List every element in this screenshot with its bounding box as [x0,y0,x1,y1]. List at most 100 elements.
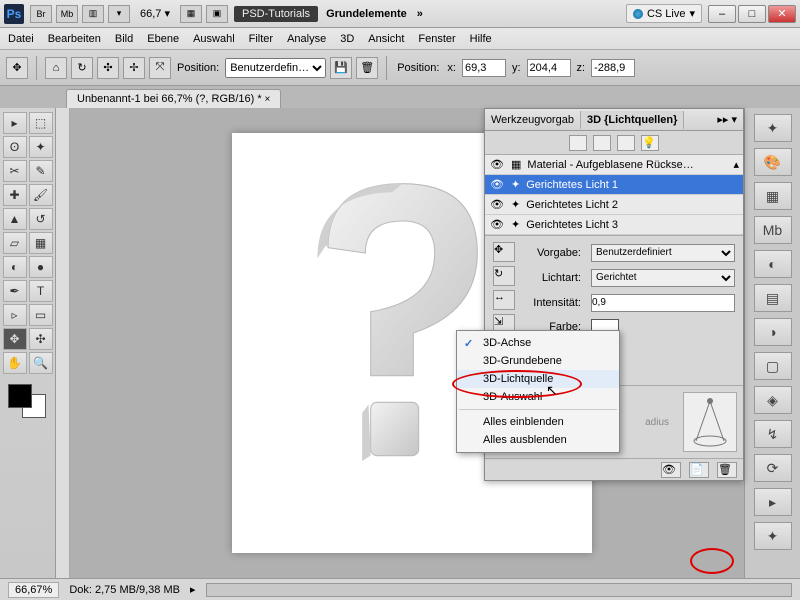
menu-bild[interactable]: Bild [115,33,133,45]
scene-filter-icon[interactable] [569,135,587,151]
toggle-lights-icon[interactable]: 👁 [661,462,681,478]
rotate-icon[interactable]: ↻ [71,57,93,79]
ctx-alles-ausblenden[interactable]: Alles ausblenden [457,431,619,449]
menu-auswahl[interactable]: Auswahl [193,33,235,45]
3d-camera-tool[interactable]: ✣ [29,328,53,350]
dock-swatches-icon[interactable]: ▦ [754,182,792,210]
dock-mb-icon[interactable]: Mb [754,216,792,244]
visibility-icon[interactable]: 👁 [489,218,505,231]
menu-ansicht[interactable]: Ansicht [368,33,404,45]
dock-actions-icon[interactable]: ▸ [754,488,792,516]
dock-channels-icon[interactable]: ◈ [754,386,792,414]
cs-live-button[interactable]: CS Live ▾ [626,4,702,23]
horizontal-scrollbar[interactable] [206,583,792,597]
minimize-button[interactable]: – [708,5,736,23]
ctx-3d-auswahl[interactable]: 3D-Auswahl [457,388,619,406]
tab-3d-lichtquellen[interactable]: 3D {Lichtquellen} [581,111,684,129]
screen-mode-button[interactable]: ▥ [82,5,104,23]
lasso-tool[interactable]: ʘ [3,136,27,158]
light-preview-icon[interactable] [683,392,737,452]
arrange-docs-button[interactable]: ▦ [180,5,202,23]
delete-icon[interactable]: 🗑 [356,57,378,79]
heal-tool[interactable]: ✚ [3,184,27,206]
vorgabe-dropdown[interactable]: Benutzerdefiniert [591,244,735,262]
color-swatches[interactable] [8,384,48,420]
blur-tool[interactable]: ◐ [3,256,27,278]
menu-datei[interactable]: Datei [8,33,34,45]
eraser-tool[interactable]: ▱ [3,232,27,254]
brush-tool[interactable]: 🖌 [29,184,53,206]
dock-layers-icon[interactable]: ▢ [754,352,792,380]
foreground-color[interactable] [8,384,32,408]
close-button[interactable]: ✕ [768,5,796,23]
dock-3d-icon[interactable]: ✦ [754,114,792,142]
screen-mode-button-2[interactable]: ▣ [206,5,228,23]
ctx-3d-grundebene[interactable]: 3D-Grundebene [457,352,619,370]
material-filter-icon[interactable] [617,135,635,151]
dock-history-icon[interactable]: ⟳ [754,454,792,482]
stamp-tool[interactable]: ▲ [3,208,27,230]
ctx-alles-einblenden[interactable]: Alles einblenden [457,413,619,431]
minibridge-button[interactable]: Mb [56,5,78,23]
x-input[interactable] [462,59,506,77]
status-zoom[interactable]: 66,67% [8,582,59,598]
hand-tool[interactable]: ✋ [3,352,27,374]
position-dropdown[interactable]: Benutzerdefin… [225,58,326,78]
view-extras-button[interactable]: ▾ [108,5,130,23]
tab-werkzeugvorgaben[interactable]: Werkzeugvorgab [485,111,581,129]
ctx-3d-lichtquelle[interactable]: 3D-Lichtquelle [457,370,619,388]
home-icon[interactable]: ⌂ [45,57,67,79]
dock-color-icon[interactable]: 🎨 [754,148,792,176]
document-tab[interactable]: Unbenannt-1 bei 66,7% (?, RGB/16) * × [66,89,281,108]
wand-tool[interactable]: ✦ [29,136,53,158]
menu-bearbeiten[interactable]: Bearbeiten [48,33,101,45]
ctx-3d-achse[interactable]: 3D-Achse [457,334,619,352]
zoom-tool[interactable]: 🔍 [29,352,53,374]
dock-styles-icon[interactable]: ▤ [754,284,792,312]
tool-preset-icon[interactable]: ✥ [6,57,28,79]
new-light-icon[interactable]: 📄 [689,462,709,478]
visibility-icon[interactable]: 👁 [489,198,505,211]
workspace-more-icon[interactable]: » [417,8,423,20]
3d-pan-light-icon[interactable]: ↻ [493,266,515,286]
delete-light-icon[interactable]: 🗑 [717,462,737,478]
material-row[interactable]: 👁▦Material - Aufgeblasene Rückse…▴ [485,155,743,175]
light-row-2[interactable]: 👁✦Gerichtetes Licht 2 [485,195,743,215]
menu-3d[interactable]: 3D [340,33,354,45]
path-tool[interactable]: ▹ [3,304,27,326]
history-brush-tool[interactable]: ↺ [29,208,53,230]
shape-tool[interactable]: ▭ [29,304,53,326]
dock-paths-icon[interactable]: ↯ [754,420,792,448]
dodge-tool[interactable]: ● [29,256,53,278]
visibility-icon[interactable]: 👁 [489,178,505,191]
lichtart-dropdown[interactable]: Gerichtet [591,269,735,287]
orbit-icon[interactable]: ✣ [97,57,119,79]
y-input[interactable] [527,59,571,77]
eyedropper-tool[interactable]: ✎ [29,160,53,182]
pan-icon[interactable]: ✢ [123,57,145,79]
intensitaet-input[interactable] [591,294,735,312]
workspace-psd-tutorials[interactable]: PSD-Tutorials [234,6,318,22]
panel-menu-icon[interactable]: ▸▸ ▾ [711,113,743,126]
light-row-3[interactable]: 👁✦Gerichtetes Licht 3 [485,215,743,235]
maximize-button[interactable]: □ [738,5,766,23]
3d-slide-light-icon[interactable]: ↔ [493,290,515,310]
light-filter-icon[interactable]: 💡 [641,135,659,151]
type-tool[interactable]: T [29,280,53,302]
save-icon[interactable]: 💾 [330,57,352,79]
3d-rotate-light-icon[interactable]: ✥ [493,242,515,262]
bridge-button[interactable]: Br [30,5,52,23]
dock-mask-icon[interactable]: ◑ [754,318,792,346]
status-doc-size[interactable]: Dok: 2,75 MB/9,38 MB [69,584,180,596]
menu-fenster[interactable]: Fenster [418,33,455,45]
visibility-icon[interactable]: 👁 [489,158,505,171]
zoom-level[interactable]: 66,7 ▾ [140,7,170,20]
gradient-tool[interactable]: ▦ [29,232,53,254]
dock-info-icon[interactable]: ✦ [754,522,792,550]
scale-icon[interactable]: ⤧ [149,57,171,79]
menu-filter[interactable]: Filter [249,33,273,45]
menu-analyse[interactable]: Analyse [287,33,326,45]
menu-hilfe[interactable]: Hilfe [470,33,492,45]
z-input[interactable] [591,59,635,77]
pen-tool[interactable]: ✒ [3,280,27,302]
